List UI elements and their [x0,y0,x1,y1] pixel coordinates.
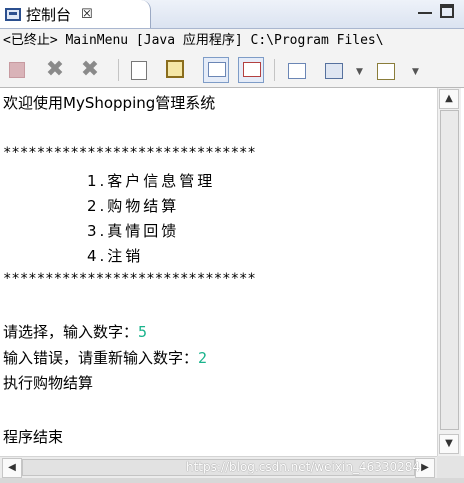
menu-item-2: 2.购物结算 [87,197,180,215]
pin-console-icon[interactable] [203,57,229,83]
scroll-up-icon[interactable]: ▲ [439,89,459,109]
minimize-icon[interactable] [418,4,432,14]
show-console-icon[interactable] [238,57,264,83]
maximize-icon[interactable] [440,4,454,18]
welcome-line: 欢迎使用MyShopping管理系统 [3,94,216,112]
separator-line: ****************************** [3,271,256,287]
close-icon[interactable]: ☒ [81,7,93,22]
tab-title: 控制台 [26,5,72,24]
toolbar-divider [118,59,119,81]
display-console-icon[interactable] [325,63,343,79]
console-output[interactable]: 欢迎使用MyShopping管理系统 *********************… [0,88,437,456]
process-label: <已终止> MainMenu [Java 应用程序] C:\Program Fi… [0,29,464,53]
clear-console-icon[interactable] [131,61,147,80]
new-console-icon[interactable] [288,63,306,79]
error-prompt: 输入错误，请重新输入数字： [3,349,199,367]
exec-line: 执行购物结算 [3,374,94,392]
vertical-scrollbar[interactable]: ▲ ▼ [437,88,461,456]
vertical-scroll-thumb[interactable] [440,110,459,430]
separator-line: ****************************** [3,145,256,161]
scroll-down-icon[interactable]: ▼ [439,434,459,454]
menu-item-3: 3.真情回馈 [87,222,180,240]
watermark-text: https://blog.csdn.net/weixin_46330284 [186,460,421,474]
chevron-down-icon[interactable]: ▼ [412,67,419,77]
remove-all-icon[interactable]: ✖ [80,59,100,81]
tab-console[interactable]: 控制台 ☒ [0,0,151,28]
remove-launch-icon[interactable]: ✖ [45,59,65,81]
chevron-down-icon[interactable]: ▼ [356,67,363,77]
end-line: 程序结束 [3,428,64,446]
error-prompt-line: 输入错误，请重新输入数字：2 [3,347,207,368]
menu-item-4: 4.注销 [87,247,144,265]
user-input: 2 [198,349,208,367]
scroll-left-icon[interactable]: ◀ [2,458,22,478]
bottom-border [0,478,464,483]
select-prompt-line: 请选择，输入数字：5 [3,321,147,342]
scroll-lock-icon[interactable] [166,60,184,78]
console-toolbar: ✖ ✖ ▼ ▼ [0,53,464,88]
select-prompt: 请选择，输入数字： [3,323,139,341]
toolbar-divider [274,59,275,81]
view-tab-bar: 控制台 ☒ [0,0,464,29]
console-icon [5,7,21,21]
menu-item-1: 1.客户信息管理 [87,172,216,190]
user-input: 5 [138,323,148,341]
open-console-icon[interactable] [377,63,395,80]
terminate-icon[interactable] [9,62,25,78]
